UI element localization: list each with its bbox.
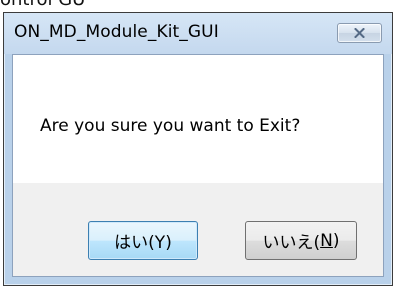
close-x-icon xyxy=(354,28,365,38)
confirm-message: Are you sure you want to Exit? xyxy=(40,116,301,136)
screen: ontrol GU ON_MD_Module_Kit_GUI Are you s… xyxy=(0,0,399,286)
no-button[interactable]: いいえ(N) xyxy=(245,221,357,260)
close-button[interactable] xyxy=(337,23,382,43)
title-bar[interactable]: ON_MD_Module_Kit_GUI xyxy=(4,13,392,54)
yes-button-label: はい(Y) xyxy=(114,233,172,253)
no-button-mnemonic: N xyxy=(320,230,333,251)
no-button-label-suffix: ) xyxy=(332,230,340,251)
dialog-client-area: Are you sure you want to Exit? はい(Y) いいえ… xyxy=(12,54,384,277)
message-area: Are you sure you want to Exit? xyxy=(13,55,383,183)
yes-button[interactable]: はい(Y) xyxy=(88,221,198,260)
dialog-title: ON_MD_Module_Kit_GUI xyxy=(14,22,219,42)
exit-confirm-dialog: ON_MD_Module_Kit_GUI Are you sure you wa… xyxy=(3,12,393,286)
background-window-text: ontrol GU xyxy=(0,0,85,10)
no-button-label-prefix: いいえ( xyxy=(262,233,321,253)
